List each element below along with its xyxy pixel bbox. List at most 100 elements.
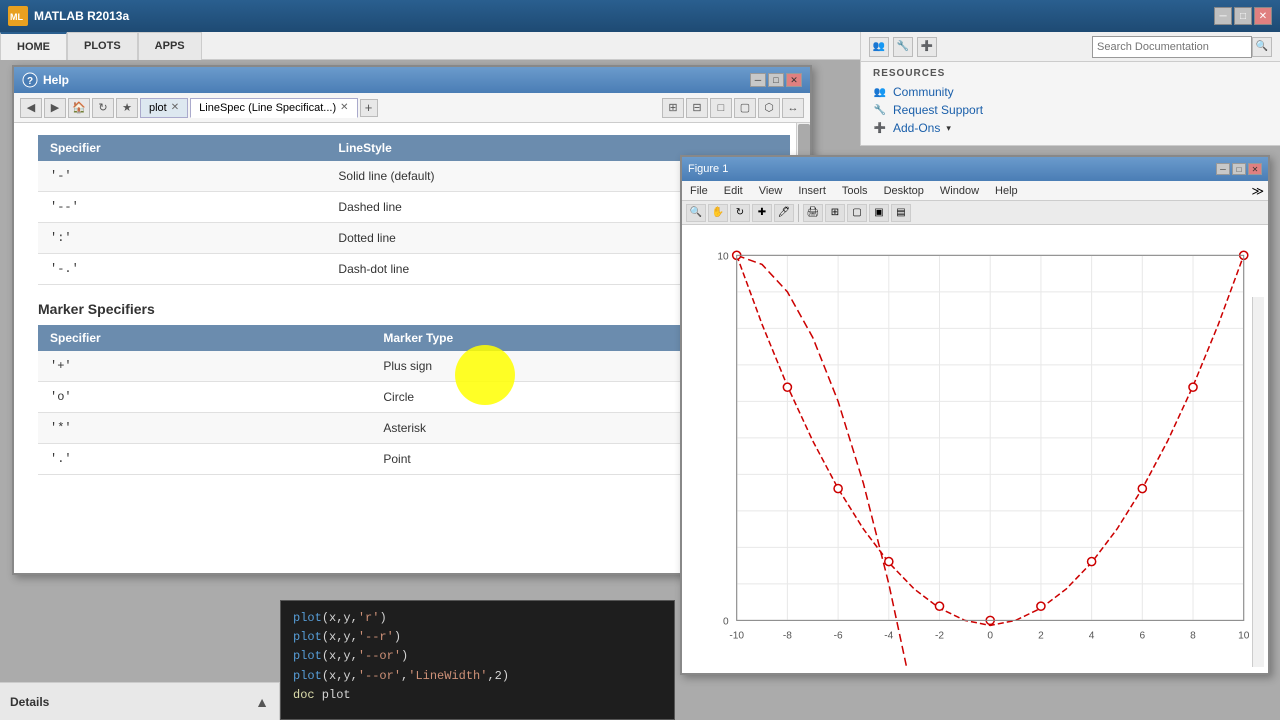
menu-insert[interactable]: Insert <box>794 185 830 197</box>
help-close-btn[interactable]: ✕ <box>786 73 802 87</box>
fig-zoom-btn[interactable]: 🔍 <box>686 204 706 222</box>
tab-plots[interactable]: PLOTS <box>67 32 138 60</box>
marker-point <box>1088 558 1096 566</box>
fig-brush-btn[interactable]: 🖊 <box>774 204 794 222</box>
home-nav-button[interactable]: 🏠 <box>68 98 90 118</box>
specifier-cell: '*' <box>38 413 371 444</box>
code-line-2: plot(x,y,'--r') <box>293 628 662 647</box>
code-string: '--or' <box>358 669 401 683</box>
view-btn-1[interactable]: ⊞ <box>662 98 684 118</box>
menu-file[interactable]: File <box>686 185 712 197</box>
maximize-button[interactable]: □ <box>1234 7 1252 25</box>
marker-section-heading: Marker Specifiers <box>38 301 790 317</box>
fig-print-btn[interactable]: 🖨 <box>803 204 823 222</box>
fig-rotate-btn[interactable]: ↻ <box>730 204 750 222</box>
back-button[interactable]: ◀ <box>20 98 42 118</box>
code-func: plot <box>293 611 322 625</box>
table-row: '*' Asterisk <box>38 413 790 444</box>
forward-button[interactable]: ▶ <box>44 98 66 118</box>
refresh-button[interactable]: ↻ <box>92 98 114 118</box>
fig-maximize-btn[interactable]: □ <box>1232 163 1246 175</box>
fig-layout-3[interactable]: ▤ <box>891 204 911 222</box>
view-btn-3[interactable]: □ <box>710 98 732 118</box>
figure-menubar: File Edit View Insert Tools Desktop Wind… <box>682 181 1268 201</box>
tab-plot-close[interactable]: ✕ <box>171 102 179 113</box>
fig-layout-2[interactable]: ▣ <box>869 204 889 222</box>
plot-svg: -10 -8 -6 -4 -2 0 2 4 6 8 10 10 0 <box>686 229 1264 667</box>
help-icon: ? <box>22 72 38 88</box>
tab-linespec-close[interactable]: ✕ <box>340 102 348 113</box>
search-submit-icon[interactable]: 🔍 <box>1252 37 1272 57</box>
figure-expand-btn[interactable]: ≫ <box>1251 184 1264 198</box>
marker-point <box>1189 383 1197 391</box>
addons-link[interactable]: ➕ Add-Ons ▾ <box>873 121 1268 135</box>
support-link[interactable]: 🔧 Request Support <box>873 103 1268 117</box>
menu-desktop[interactable]: Desktop <box>880 185 928 197</box>
specifier-cell: '-.' <box>38 254 326 285</box>
tab-linespec[interactable]: LineSpec (Line Specificat...) ✕ <box>190 98 357 118</box>
table-row: '--' Dashed line <box>38 192 790 223</box>
code-string: '--r' <box>358 630 394 644</box>
details-panel[interactable]: Details ▲ <box>0 682 280 720</box>
linestyle-header-specifier: Specifier <box>38 135 326 161</box>
matlab-titlebar: ML MATLAB R2013a ─ □ ✕ <box>0 0 1280 32</box>
specifier-cell: '-' <box>38 161 326 192</box>
fig-minimize-btn[interactable]: ─ <box>1216 163 1230 175</box>
code-line-5: doc plot <box>293 686 662 705</box>
search-input[interactable] <box>1092 36 1252 58</box>
help-minimize-btn[interactable]: ─ <box>750 73 766 87</box>
titlebar-controls: ─ □ ✕ <box>1214 7 1272 25</box>
x-label: -8 <box>783 631 792 642</box>
help-titlebar: ? Help ─ □ ✕ <box>14 67 810 93</box>
add-tab-button[interactable]: + <box>360 99 378 117</box>
figure-scrollbar-right[interactable] <box>1252 297 1264 667</box>
view-btn-2[interactable]: ⊟ <box>686 98 708 118</box>
menu-view[interactable]: View <box>755 185 787 197</box>
view-btn-4[interactable]: ▢ <box>734 98 756 118</box>
marker-point <box>1037 602 1045 610</box>
close-button[interactable]: ✕ <box>1254 7 1272 25</box>
community-link[interactable]: 👥 Community <box>873 85 1268 99</box>
figure-titlebar: Figure 1 ─ □ ✕ <box>682 157 1268 181</box>
tab-home[interactable]: HOME <box>0 32 67 60</box>
fig-grid-btn[interactable]: ⊞ <box>825 204 845 222</box>
marker-point <box>935 602 943 610</box>
view-btn-5[interactable]: ⬡ <box>758 98 780 118</box>
marker-point <box>1138 485 1146 493</box>
support-label: Request Support <box>893 103 983 117</box>
marker-header-specifier: Specifier <box>38 325 371 351</box>
addons-icon[interactable]: ➕ <box>917 37 937 57</box>
code-string: 'r' <box>358 611 380 625</box>
code-content: plot(x,y,'r') plot(x,y,'--r') plot(x,y,'… <box>281 601 674 713</box>
x-label: -10 <box>729 631 744 642</box>
menu-edit[interactable]: Edit <box>720 185 747 197</box>
tab-apps[interactable]: APPS <box>138 32 202 60</box>
help-window-title: Help <box>43 73 69 87</box>
details-label: Details <box>10 695 49 709</box>
specifier-cell: '.' <box>38 444 371 475</box>
tab-plot[interactable]: plot ✕ <box>140 98 188 118</box>
help-maximize-btn[interactable]: □ <box>768 73 784 87</box>
x-label: -6 <box>834 631 843 642</box>
fig-layout-1[interactable]: ▢ <box>847 204 867 222</box>
search-box: 🔍 <box>1092 36 1272 58</box>
minimize-button[interactable]: ─ <box>1214 7 1232 25</box>
code-line-1: plot(x,y,'r') <box>293 609 662 628</box>
menu-help[interactable]: Help <box>991 185 1022 197</box>
menu-window[interactable]: Window <box>936 185 983 197</box>
code-func: plot <box>293 669 322 683</box>
y-label: 10 <box>717 251 729 262</box>
code-func: plot <box>293 630 322 644</box>
bookmark-button[interactable]: ★ <box>116 98 138 118</box>
support-icon[interactable]: 🔧 <box>893 37 913 57</box>
fig-pan-btn[interactable]: ✋ <box>708 204 728 222</box>
marker-point <box>783 383 791 391</box>
fig-close-btn[interactable]: ✕ <box>1248 163 1262 175</box>
view-btn-6[interactable]: ↔ <box>782 98 804 118</box>
menu-tools[interactable]: Tools <box>838 185 872 197</box>
code-string: 'LineWidth' <box>408 669 487 683</box>
fig-datacursor-btn[interactable]: ✚ <box>752 204 772 222</box>
community-icon[interactable]: 👥 <box>869 37 889 57</box>
addons-icon: ➕ <box>873 121 887 135</box>
figure-toolbar: 🔍 ✋ ↻ ✚ 🖊 🖨 ⊞ ▢ ▣ ▤ <box>682 201 1268 225</box>
